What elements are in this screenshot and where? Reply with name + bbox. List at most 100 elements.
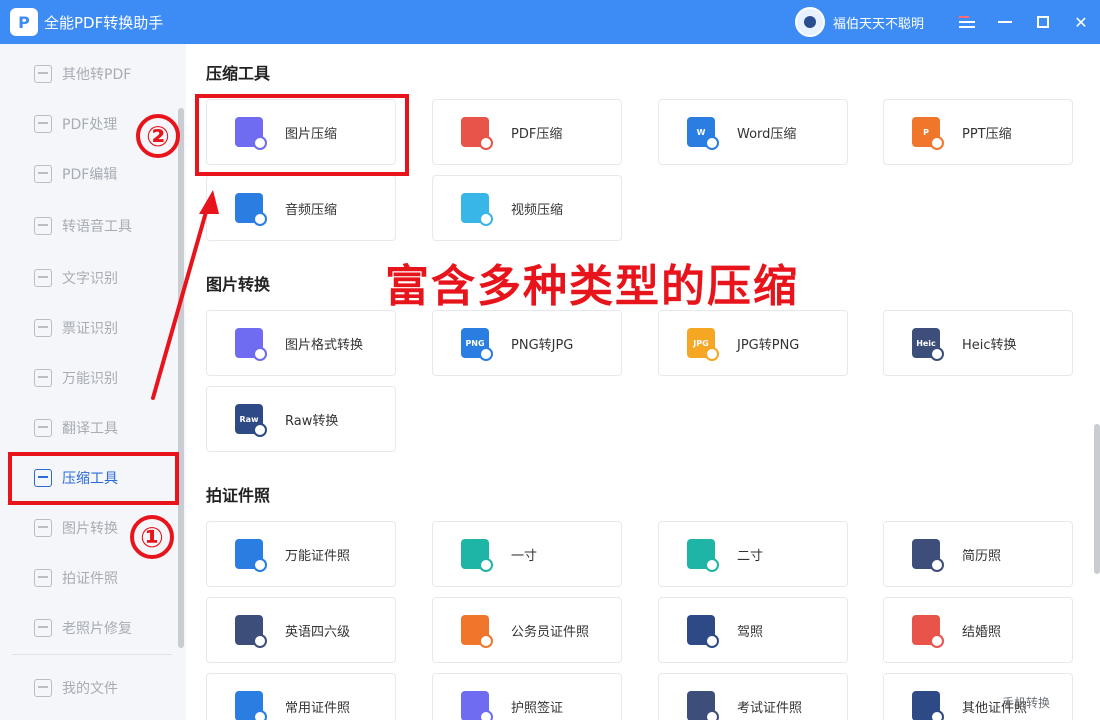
word-compress-icon: W (687, 117, 719, 150)
raw-icon: Raw (235, 404, 267, 437)
close-button[interactable]: ✕ (1062, 0, 1100, 44)
menu-button[interactable] (948, 0, 986, 44)
sidebar-item-universal-ocr[interactable]: 万能识别 (12, 358, 172, 398)
annotation-box-sidebar (8, 452, 179, 505)
sidebar-item-label: 万能识别 (62, 371, 118, 387)
ocr-icon (34, 269, 52, 287)
annotation-headline: 富含多种类型的压缩 (385, 261, 799, 312)
card-audio-compress[interactable]: 音频压缩 (206, 175, 396, 241)
sidebar-item-id-photo[interactable]: 拍证件照 (12, 558, 172, 598)
sidebar-item-ticket-ocr[interactable]: 票证识别 (12, 308, 172, 348)
minimize-icon (998, 21, 1012, 23)
card-label: 图片格式转换 (285, 337, 364, 353)
card-ppt-compress[interactable]: P PPT压缩 (883, 99, 1073, 165)
card-label: 英语四六级 (285, 624, 351, 640)
sidebar-item-pdf-edit[interactable]: PDF编辑 (12, 154, 172, 194)
ppt-compress-icon: P (912, 117, 944, 150)
card-image-format[interactable]: 图片格式转换 (206, 310, 396, 376)
annotation-box-card (195, 94, 409, 176)
sidebar-item-text-to-speech[interactable]: 转语音工具 (12, 206, 172, 246)
sidebar-item-label: PDF编辑 (62, 167, 118, 183)
png-icon: PNG (461, 328, 493, 361)
card-label: 常用证件照 (285, 700, 351, 716)
card-two-inch[interactable]: 二寸 (658, 521, 848, 587)
card-heic-convert[interactable]: Heic Heic转换 (883, 310, 1073, 376)
app-title: 全能PDF转换助手 (44, 13, 164, 32)
card-label: 公务员证件照 (511, 624, 590, 640)
card-png-to-jpg[interactable]: PNG PNG转JPG (432, 310, 622, 376)
pdf-process-icon (34, 115, 52, 133)
sidebar-item-label: 我的文件 (62, 681, 118, 697)
card-label: Word压缩 (737, 126, 797, 142)
card-label: 万能证件照 (285, 548, 351, 564)
two-inch-icon (687, 539, 719, 572)
card-label: 简历照 (962, 548, 1002, 564)
sidebar-item-label: 拍证件照 (62, 571, 118, 587)
sidebar-item-my-files[interactable]: 我的文件 (12, 668, 172, 708)
card-label: 护照签证 (511, 700, 564, 716)
sidebar-item-label: 老照片修复 (62, 621, 132, 637)
card-civil-servant-photo[interactable]: 公务员证件照 (432, 597, 622, 663)
card-one-inch[interactable]: 一寸 (432, 521, 622, 587)
pdf-compress-icon (461, 117, 493, 150)
card-resume-photo[interactable]: 简历照 (883, 521, 1073, 587)
card-exam-photo[interactable]: 考试证件照 (658, 673, 848, 720)
civil-servant-photo-icon (461, 615, 493, 648)
universal-id-photo-icon (235, 539, 267, 572)
camera-icon (34, 569, 52, 587)
sidebar-item-label: 文字识别 (62, 271, 118, 287)
image-icon (34, 519, 52, 537)
card-label: 驾照 (737, 624, 764, 640)
card-marriage-photo[interactable]: 结婚照 (883, 597, 1073, 663)
video-compress-icon (461, 193, 493, 226)
main-scrollbar[interactable] (1094, 424, 1100, 574)
section-title-image-convert: 图片转换 (206, 275, 271, 294)
scan-icon (34, 369, 52, 387)
sidebar-item-other-to-pdf[interactable]: 其他转PDF (12, 54, 172, 94)
sidebar-item-photo-restore[interactable]: 老照片修复 (12, 608, 172, 648)
section-title-id-photo: 拍证件照 (206, 486, 271, 505)
ticket-icon (34, 319, 52, 337)
step-one-marker: ① (130, 515, 174, 559)
username[interactable]: 福伯天天不聪明 (833, 13, 924, 32)
title-bar-controls: 福伯天天不聪明 ✕ (794, 0, 1100, 44)
app-logo-icon: P (10, 8, 38, 36)
card-label: Raw转换 (285, 413, 339, 429)
card-passport-visa[interactable]: 护照签证 (432, 673, 622, 720)
card-label: 结婚照 (962, 624, 1002, 640)
card-video-compress[interactable]: 视频压缩 (432, 175, 622, 241)
audio-compress-icon (235, 193, 267, 226)
sidebar-scrollbar[interactable] (178, 108, 184, 648)
card-raw-convert[interactable]: Raw Raw转换 (206, 386, 396, 452)
close-icon: ✕ (1074, 12, 1088, 32)
card-label: 音频压缩 (285, 202, 338, 218)
card-driver-license[interactable]: 驾照 (658, 597, 848, 663)
card-label: 考试证件照 (737, 700, 803, 716)
user-avatar[interactable] (794, 7, 825, 37)
exam-photo-icon (687, 691, 719, 720)
cet-photo-icon (235, 615, 267, 648)
photo-restore-icon (34, 619, 52, 637)
folder-icon (34, 679, 52, 697)
other-id-photo-icon (912, 691, 944, 720)
card-jpg-to-png[interactable]: JPG JPG转PNG (658, 310, 848, 376)
sidebar-item-translate[interactable]: 翻译工具 (12, 408, 172, 448)
step-two-marker: ② (136, 114, 180, 158)
card-common-id-photo[interactable]: 常用证件照 (206, 673, 396, 720)
user-avatar-icon (803, 16, 816, 28)
minimize-button[interactable] (986, 0, 1024, 44)
sidebar-item-ocr[interactable]: 文字识别 (12, 258, 172, 298)
card-universal-id-photo[interactable]: 万能证件照 (206, 521, 396, 587)
jpg-icon: JPG (687, 328, 719, 361)
card-label: 视频压缩 (511, 202, 564, 218)
maximize-icon (1037, 16, 1049, 28)
sidebar-item-label: 翻译工具 (62, 421, 118, 437)
card-word-compress[interactable]: W Word压缩 (658, 99, 848, 165)
maximize-button[interactable] (1024, 0, 1062, 44)
card-pdf-compress[interactable]: PDF压缩 (432, 99, 622, 165)
driver-license-icon (687, 615, 719, 648)
heic-icon: Heic (912, 328, 944, 361)
card-cet-photo[interactable]: 英语四六级 (206, 597, 396, 663)
card-label: Heic转换 (962, 337, 1017, 353)
watermark: 手机转换 (1002, 696, 1051, 710)
